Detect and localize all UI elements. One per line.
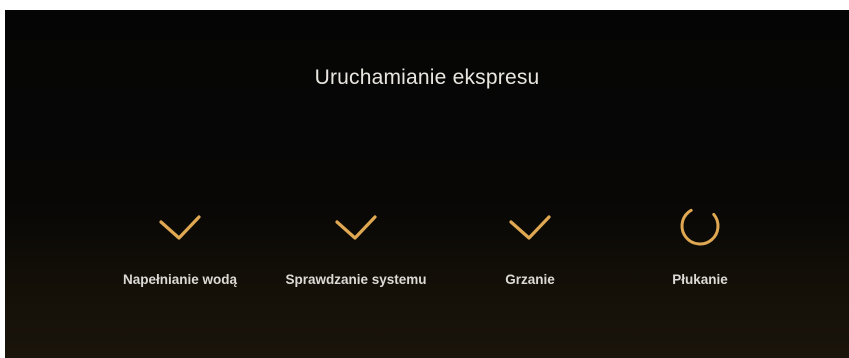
step-label: Napełnianie wodą <box>122 272 238 287</box>
checkmark-icon <box>150 200 210 250</box>
step-water-filling: Napełnianie wodą <box>85 200 275 310</box>
startup-screen: Uruchamianie ekspresu Napełnianie wodą S… <box>5 10 849 358</box>
spinner-icon <box>670 200 730 250</box>
step-label: Grzanie <box>505 272 555 287</box>
step-heating: Grzanie <box>435 200 625 310</box>
checkmark-icon <box>326 200 386 250</box>
step-label: Sprawdzanie systemu <box>285 272 427 287</box>
screen-title: Uruchamianie ekspresu <box>314 66 540 89</box>
checkmark-icon <box>500 200 560 250</box>
step-rinsing: Płukanie <box>605 200 795 310</box>
step-system-check: Sprawdzanie systemu <box>261 200 451 310</box>
startup-steps: Napełnianie wodą Sprawdzanie systemu Grz… <box>5 200 849 310</box>
step-label: Płukanie <box>672 272 728 287</box>
